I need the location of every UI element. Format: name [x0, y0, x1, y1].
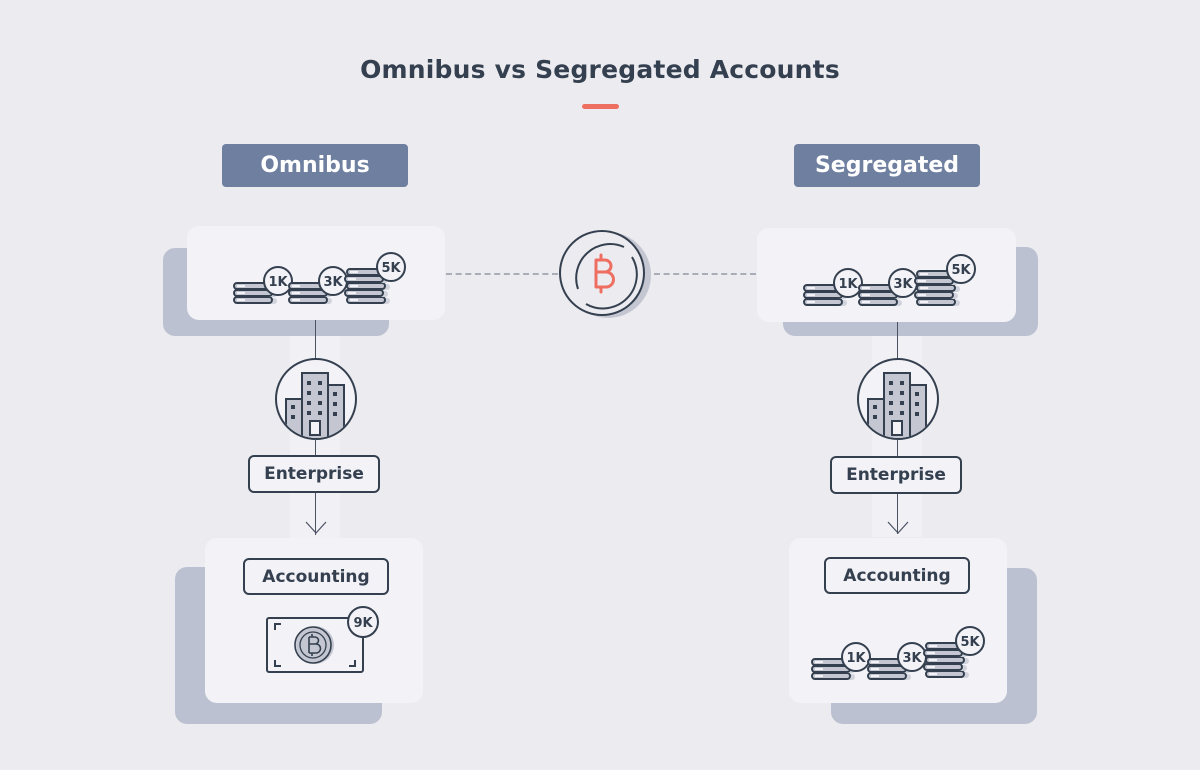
amount-badge: 3K [888, 268, 918, 298]
omnibus-accounting-label: Accounting [243, 558, 389, 595]
segregated-deposit-card: 1K 3K 5K [757, 228, 1016, 322]
dashed-connector-left [446, 273, 558, 275]
coin [916, 284, 960, 292]
coin-stack-icon: 3K [865, 614, 931, 688]
segregated-enterprise-label: Enterprise [830, 456, 962, 494]
coin [858, 298, 902, 306]
amount-badge: 9K [347, 606, 379, 638]
coin [288, 296, 332, 304]
coin [867, 672, 911, 680]
amount-badge: 3K [318, 266, 348, 296]
coin [923, 663, 967, 671]
coin [916, 298, 960, 306]
segregated-accounting-label: Accounting [824, 557, 970, 594]
title-underline [582, 104, 619, 109]
connector-line [897, 322, 898, 360]
segregated-accounting-card: Accounting 1K 3K 5K [789, 538, 1007, 703]
arrow-down-icon [304, 520, 328, 540]
coin [346, 282, 390, 290]
coin [914, 291, 958, 299]
amount-badge: 5K [376, 252, 406, 282]
coin [346, 296, 390, 304]
coin [811, 672, 855, 680]
bitcoin-banknote-icon: 9K [263, 606, 383, 686]
amount-label: 5K [381, 261, 401, 276]
building-icon [274, 357, 358, 445]
page-title: Omnibus vs Segregated Accounts [360, 55, 840, 84]
connector-line [315, 320, 316, 360]
coin [233, 296, 277, 304]
coin-stack-icon: 5K [923, 606, 989, 686]
building-icon [856, 357, 940, 445]
coin [925, 670, 969, 678]
arrow-down-icon [886, 520, 910, 540]
amount-label: 5K [960, 635, 980, 650]
omnibus-accounting-card: Accounting 9K [205, 538, 423, 703]
omnibus-header: Omnibus [222, 144, 408, 187]
omnibus-enterprise-label: Enterprise [248, 455, 380, 493]
dashed-connector-right [654, 273, 756, 275]
amount-label: 1K [846, 651, 866, 666]
amount-badge: 3K [897, 642, 927, 672]
coin-stack-icon: 5K [344, 232, 410, 312]
amount-badge: 5K [955, 626, 985, 656]
amount-label: 3K [893, 277, 913, 292]
omnibus-deposit-card: 1K 3K 5K [187, 226, 445, 320]
amount-label: 3K [323, 275, 343, 290]
coin [925, 656, 969, 664]
coin-stack-icon: 3K [856, 240, 922, 314]
amount-label: 5K [951, 263, 971, 278]
amount-label: 3K [902, 651, 922, 666]
amount-badge: 5K [946, 254, 976, 284]
bitcoin-coin-icon [558, 227, 658, 327]
coin-stack-icon: 5K [914, 234, 980, 314]
coin [344, 289, 388, 297]
coin-stack-icon: 3K [286, 238, 352, 312]
amount-label: 9K [353, 616, 373, 631]
coin [803, 298, 847, 306]
segregated-header: Segregated [794, 144, 980, 187]
